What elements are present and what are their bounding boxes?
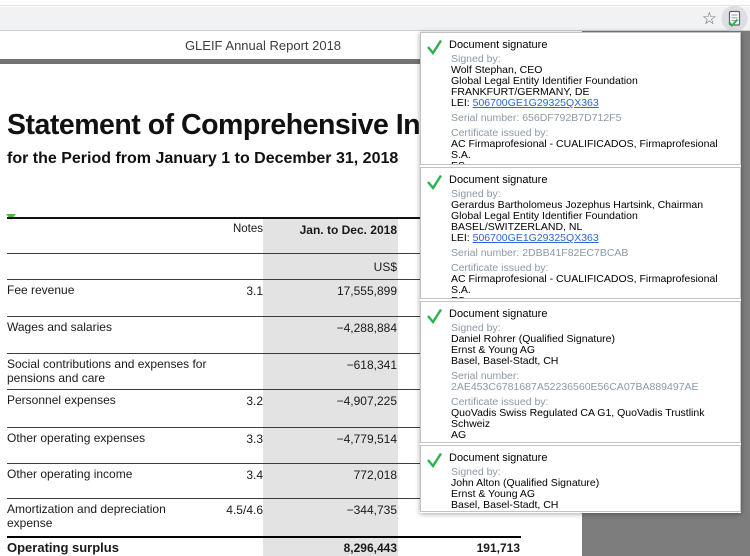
row-notes: 4.5/4.6 — [217, 499, 263, 517]
document-subtitle: for the Period from January 1 to Decembe… — [7, 150, 398, 168]
pdf-viewer-background[interactable]: GLEIF Annual Report 2018 Statement of Co… — [0, 31, 750, 556]
row-value: −4,288,884 — [263, 317, 398, 335]
signature-entry: Document signature Signed by: Gerardus B… — [420, 167, 741, 299]
row-value: −344,735 — [263, 499, 398, 517]
signer-details: Gerardus Bartholomeus Jozephus Hartsink,… — [451, 200, 732, 233]
total-row: Operating surplus 8,296,443 191,713 — [7, 538, 521, 556]
lei-link[interactable]: 506700GE1G29325QX363 — [473, 97, 599, 109]
check-icon — [426, 174, 443, 195]
serial-number: Serial number: 2AE453C6781687A52236560E5… — [451, 371, 732, 393]
row-value: 772,018 — [263, 464, 398, 482]
signature-entry: Document signature Signed by: Wolf Steph… — [420, 32, 741, 165]
check-icon — [426, 39, 443, 60]
serial-number: Serial number: 656DF792B7D712F5 — [451, 113, 732, 124]
period-column-header: Jan. to Dec. 2018 — [263, 219, 398, 237]
lei-label: LEI: — [451, 97, 470, 109]
window-top-strip — [0, 0, 750, 6]
check-icon — [426, 452, 443, 473]
signature-title: Document signature — [449, 174, 732, 186]
row-notes: 3.3 — [217, 428, 263, 446]
browser-toolbar: ☆ — [0, 7, 750, 31]
row-value: −4,779,514 — [263, 428, 398, 446]
row-label: Personnel expenses — [7, 390, 217, 408]
row-label: Amortization and depreciation expense — [7, 499, 217, 530]
row-label: Other operating income — [7, 464, 217, 482]
bookmark-star-icon[interactable]: ☆ — [702, 9, 717, 29]
total-label: Operating surplus — [7, 538, 217, 555]
signer-details: Daniel Rohrer (Qualified Signature) Erns… — [451, 334, 732, 367]
total-value-2017: 191,713 — [398, 538, 521, 555]
row-notes: 3.4 — [217, 464, 263, 482]
row-notes: 3.2 — [217, 390, 263, 408]
row-label: Other operating expenses — [7, 428, 217, 446]
signature-title: Document signature — [449, 452, 732, 464]
row-notes — [217, 354, 263, 358]
signature-entry: Document signature Signed by: John Alton… — [420, 445, 741, 512]
row-value: −4,907,225 — [263, 390, 398, 408]
cert-issuer: QuoVadis Swiss Regulated CA G1, QuoVadis… — [451, 408, 732, 443]
signer-details: Wolf Stephan, CEO Global Legal Entity Id… — [451, 65, 732, 98]
total-value-2018: 8,296,443 — [263, 538, 398, 555]
cert-issuer: AC Firmaprofesional - CUALIFICADOS, Firm… — [451, 274, 732, 299]
signature-extension-icon[interactable] — [721, 5, 748, 32]
row-value: −618,341 — [263, 354, 398, 372]
row-notes — [217, 317, 263, 321]
currency-label: US$ — [263, 254, 398, 274]
row-label: Fee revenue — [7, 280, 217, 298]
signature-title: Document signature — [449, 39, 732, 51]
lei-label: LEI: — [451, 232, 470, 244]
serial-number: Serial number: 2DBB41F82EC7BCAB — [451, 248, 732, 259]
row-label: Social contributions and expenses for pe… — [7, 354, 217, 385]
row-notes: 3.1 — [217, 280, 263, 298]
signature-title: Document signature — [449, 308, 732, 320]
browser-window: ☆ GLEIF Annual Report 2018 Statement of … — [0, 0, 750, 556]
signature-entry: Document signature Signed by: Daniel Roh… — [420, 301, 741, 443]
signature-panel: Document signature Signed by: Wolf Steph… — [420, 32, 741, 513]
notes-column-header: Notes — [217, 219, 263, 235]
cert-issuer: AC Firmaprofesional - CUALIFICADOS, Firm… — [451, 139, 732, 165]
row-label: Wages and salaries — [7, 317, 217, 335]
lei-link[interactable]: 506700GE1G29325QX363 — [473, 232, 599, 244]
check-icon — [426, 308, 443, 329]
signer-details: John Alton (Qualified Signature) Ernst &… — [451, 478, 732, 511]
row-value: 17,555,899 — [263, 280, 398, 298]
